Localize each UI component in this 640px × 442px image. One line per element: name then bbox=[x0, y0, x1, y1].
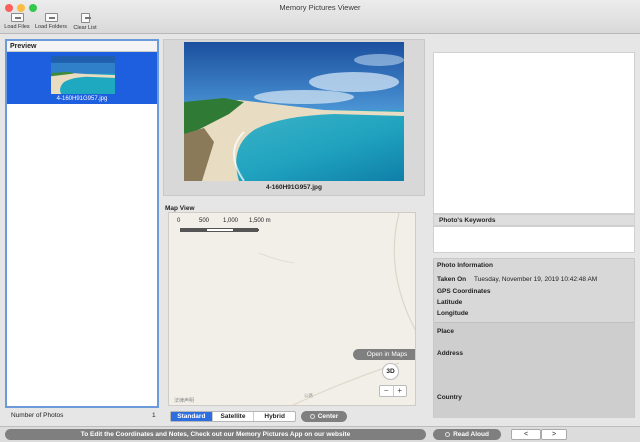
clear-list-button[interactable]: Clear List bbox=[71, 13, 99, 31]
main-photo bbox=[184, 42, 404, 181]
load-files-icon bbox=[10, 13, 24, 22]
map-zoom-control: − + bbox=[379, 385, 407, 397]
photo-info-header: Photo Information bbox=[437, 262, 493, 269]
read-aloud-label: Read Aloud bbox=[453, 431, 489, 438]
latitude-label: Latitude bbox=[437, 299, 463, 306]
load-folders-icon bbox=[44, 13, 58, 22]
map-view-title: Map View bbox=[165, 205, 195, 212]
map-3d-button[interactable]: 3D bbox=[382, 363, 399, 380]
taken-on-value: Tuesday, November 19, 2019 10:42:48 AM bbox=[474, 276, 598, 283]
scale-label-500: 500 bbox=[199, 218, 210, 224]
address-label: Address bbox=[437, 350, 464, 357]
longitude-label: Longitude bbox=[437, 310, 469, 317]
zoom-out-button[interactable]: − bbox=[380, 386, 394, 396]
scale-label-0: 0 bbox=[177, 218, 181, 224]
map-road-label: 公路 bbox=[304, 393, 313, 398]
place-label: Place bbox=[437, 328, 454, 335]
place-details: Place Address Country bbox=[434, 322, 634, 418]
center-icon bbox=[309, 413, 315, 419]
load-files-label: Load Files bbox=[4, 24, 30, 30]
bottom-bar: To Edit the Coordinates and Notes, Check… bbox=[0, 426, 640, 442]
list-item-filename: 4-160H91G957.jpg bbox=[56, 96, 108, 102]
map-mode-satellite[interactable]: Satellite bbox=[213, 412, 255, 421]
photo-filename: 4-160H91G957.jpg bbox=[265, 184, 322, 191]
keywords-field[interactable] bbox=[433, 226, 635, 253]
previous-photo-button[interactable]: < bbox=[511, 429, 541, 440]
map-mode-hybrid[interactable]: Hybrid bbox=[254, 412, 295, 421]
center-button[interactable]: Center bbox=[301, 411, 347, 422]
gps-coordinates-label: GPS Coordinates bbox=[437, 288, 491, 295]
taken-on-label: Taken On bbox=[437, 276, 467, 283]
speaker-icon bbox=[445, 431, 451, 437]
next-photo-button[interactable]: > bbox=[541, 429, 567, 440]
promo-button[interactable]: To Edit the Coordinates and Notes, Check… bbox=[5, 429, 426, 440]
country-label: Country bbox=[437, 394, 462, 401]
window-title: Memory Pictures Viewer bbox=[279, 3, 361, 12]
scale-label-1500: 1,500 m bbox=[249, 218, 271, 224]
load-folders-label: Load Folders bbox=[34, 24, 68, 30]
clear-list-label: Clear List bbox=[73, 25, 97, 31]
title-bar: Memory Pictures Viewer Load Files Load F… bbox=[0, 0, 640, 34]
clear-list-icon bbox=[80, 13, 91, 23]
keywords-preview-area bbox=[433, 52, 635, 214]
photo-count-value: 1 bbox=[152, 412, 156, 419]
load-folders-button[interactable]: Load Folders bbox=[34, 13, 68, 30]
open-in-maps-button[interactable]: Open in Maps bbox=[353, 349, 415, 360]
photo-count-label: Number of Photos bbox=[11, 412, 64, 419]
map-type-selector: Standard Satellite Hybrid bbox=[170, 411, 296, 422]
map-legal-link[interactable]: 法律声明 bbox=[174, 397, 194, 404]
keywords-header: Photo's Keywords bbox=[433, 214, 635, 226]
read-aloud-button[interactable]: Read Aloud bbox=[433, 429, 501, 440]
photo-thumbnail bbox=[51, 56, 115, 94]
map-view[interactable]: 0 500 1,000 1,500 m Open in Maps 3D − + … bbox=[168, 212, 416, 406]
preview-header: Preview bbox=[7, 41, 157, 52]
map-mode-standard[interactable]: Standard bbox=[171, 412, 213, 421]
zoom-in-button[interactable]: + bbox=[394, 386, 407, 396]
scale-label-1000: 1,000 bbox=[223, 218, 239, 224]
map-scale-bar bbox=[180, 228, 259, 232]
load-files-button[interactable]: Load Files bbox=[4, 13, 30, 30]
photo-preview: 4-160H91G957.jpg bbox=[163, 39, 425, 196]
center-label: Center bbox=[317, 413, 339, 420]
photo-list-panel: Preview 4-160H91G957.jpg bbox=[5, 39, 159, 408]
list-item[interactable]: 4-160H91G957.jpg bbox=[7, 52, 157, 104]
photo-information-panel: Photo Information Taken On Tuesday, Nove… bbox=[433, 258, 635, 418]
